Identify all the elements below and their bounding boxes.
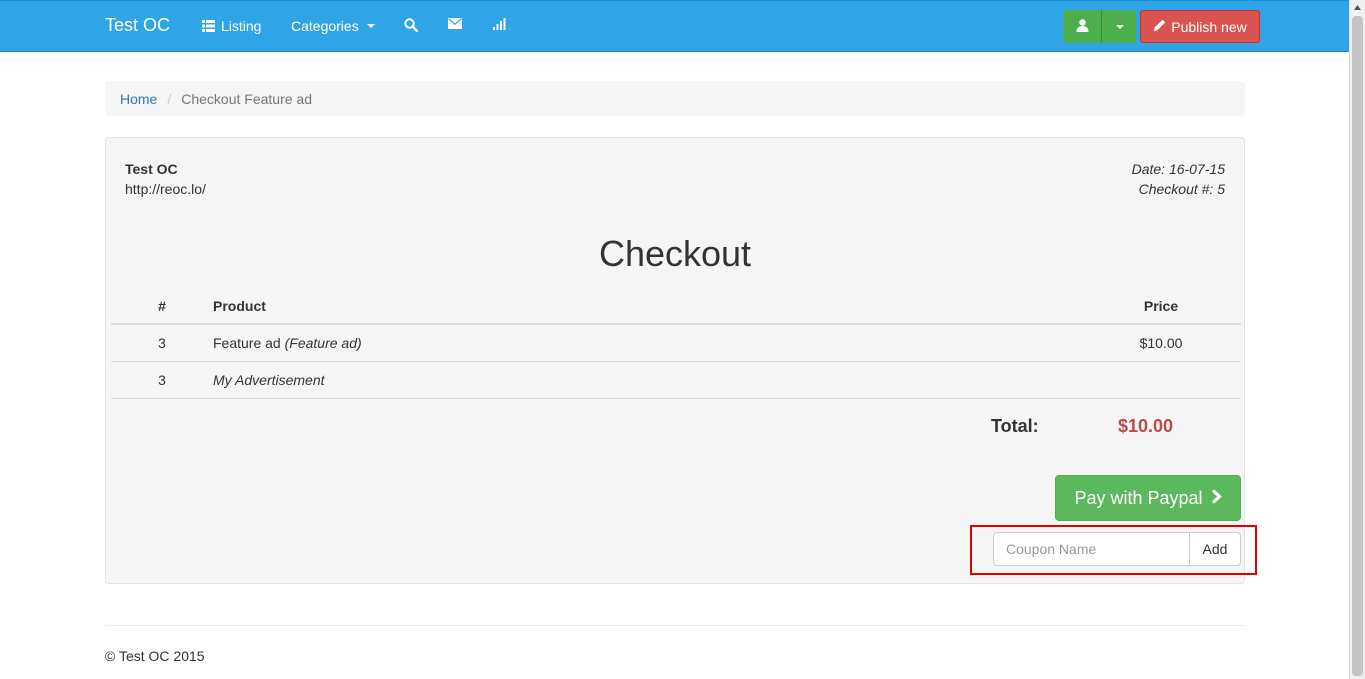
breadcrumb: Home / Checkout Feature ad: [105, 81, 1245, 116]
page-title: Checkout: [598, 233, 752, 274]
company-name: Test OC: [125, 161, 178, 177]
checkout-date: Date: 16-07-15: [1131, 161, 1225, 177]
nav-listing[interactable]: Listing: [202, 18, 261, 34]
pay-with-paypal-button[interactable]: Pay with Paypal: [1055, 475, 1241, 521]
row-product: Feature ad (Feature ad): [213, 324, 1081, 362]
brand-link[interactable]: Test OC: [105, 15, 170, 36]
checkout-table: # Product Price 3 Feature ad (Feature ad…: [111, 288, 1241, 399]
table-header-row: # Product Price: [111, 288, 1241, 325]
row-num: 3: [111, 361, 213, 399]
checkout-panel: Test OC http://reoc.lo/ Date: 16-07-15 C…: [105, 137, 1245, 584]
nav-categories[interactable]: Categories: [291, 18, 375, 34]
pay-with-paypal-label: Pay with Paypal: [1074, 487, 1203, 508]
user-menu-group: [1063, 10, 1136, 43]
envelope-icon: [448, 18, 462, 29]
total-value: $10.00: [1118, 416, 1174, 436]
checkout-number: Checkout #: 5: [1138, 181, 1225, 197]
product-name: Feature ad: [213, 334, 281, 351]
scroll-up-arrow-icon[interactable]: [1350, 0, 1365, 15]
column-header-price: Price: [1081, 288, 1241, 325]
product-note: My Advertisement: [213, 371, 325, 388]
coupon-input[interactable]: [993, 532, 1190, 566]
table-row: 3 My Advertisement: [111, 361, 1241, 399]
row-price: $10.00: [1081, 324, 1241, 362]
user-dropdown-toggle[interactable]: [1101, 10, 1136, 43]
nav-messages[interactable]: [448, 18, 462, 29]
caret-down-icon: [366, 24, 375, 28]
nav-listing-label: Listing: [221, 18, 262, 34]
table-row: 3 Feature ad (Feature ad) $10.00: [111, 324, 1241, 362]
user-button[interactable]: [1063, 10, 1101, 43]
row-price: [1081, 361, 1241, 399]
row-product: My Advertisement: [213, 361, 1081, 399]
nav-stats[interactable]: [493, 18, 506, 30]
coupon-add-button[interactable]: Add: [1190, 532, 1241, 566]
breadcrumb-home[interactable]: Home: [120, 91, 157, 107]
product-note: (Feature ad): [284, 334, 362, 351]
publish-new-label: Publish new: [1171, 18, 1247, 35]
checkout-meta: Date: 16-07-15 Checkout #: 5: [1132, 159, 1225, 199]
caret-down-icon: [1116, 24, 1124, 29]
footer-divider: [105, 625, 1245, 626]
nav-categories-label: Categories: [291, 18, 359, 34]
footer-copyright: © Test OC 2015: [105, 648, 205, 664]
list-icon: [202, 20, 215, 32]
company-info: Test OC http://reoc.lo/: [125, 159, 206, 199]
column-header-product: Product: [213, 288, 1081, 325]
row-num: 3: [111, 324, 213, 362]
chevron-right-icon: [1211, 488, 1222, 509]
vertical-scrollbar[interactable]: [1349, 0, 1365, 679]
search-icon: [404, 18, 418, 32]
nav-search[interactable]: [404, 18, 418, 32]
company-url: http://reoc.lo/: [125, 181, 206, 197]
publish-new-button[interactable]: Publish new: [1140, 10, 1260, 43]
scrollbar-thumb[interactable]: [1352, 16, 1363, 676]
navbar: Test OC Listing Categories Publish new: [0, 0, 1349, 52]
column-header-num: #: [111, 288, 213, 325]
user-icon: [1076, 18, 1089, 35]
signal-icon: [493, 18, 506, 30]
breadcrumb-separator: /: [167, 90, 172, 107]
pencil-icon: [1153, 19, 1166, 35]
breadcrumb-current: Checkout Feature ad: [181, 90, 312, 107]
coupon-form: Add: [993, 532, 1241, 566]
total-label: Total:: [991, 416, 1039, 436]
